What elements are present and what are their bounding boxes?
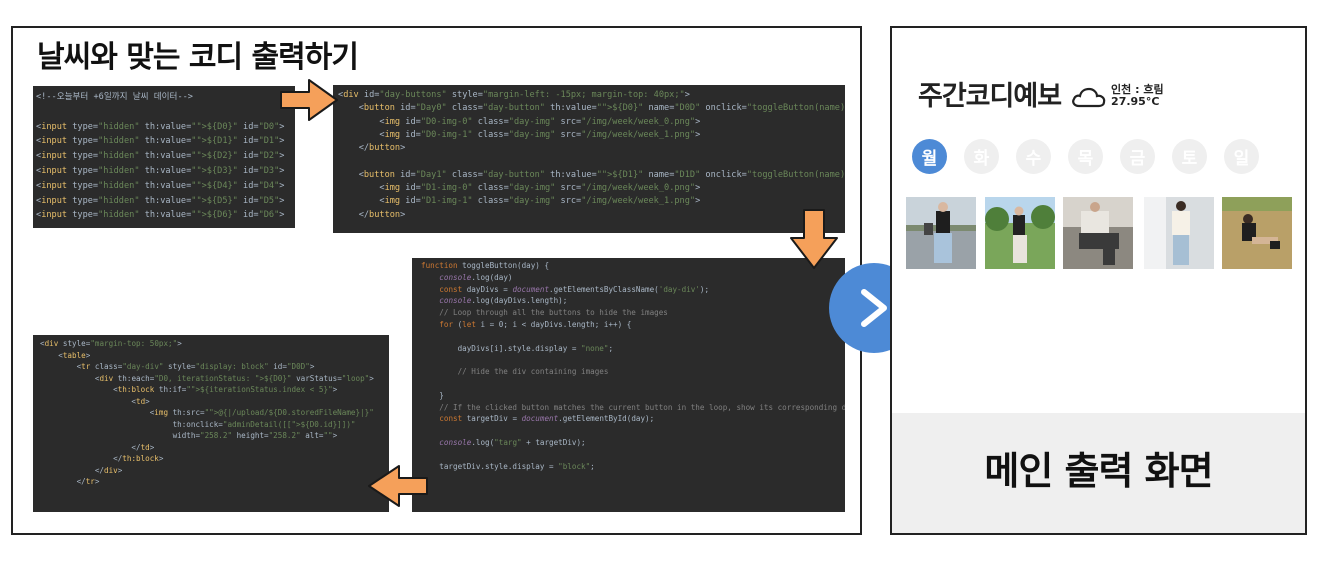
day-button-thu[interactable]: 목 [1068,139,1103,174]
code-line: </button> [338,143,406,154]
code-line: th:onclick="adminDetail([[">${D0.id}]])" [40,419,356,429]
code-line: <img id="D0-img-0" class="day-img" src="… [338,116,701,127]
code-line: <input type="hidden" th:value="">${D5}" … [36,195,285,206]
code-line: <input type="hidden" th:value="">${D2}" … [36,151,285,162]
code-line: <input type="hidden" th:value="">${D4}" … [36,180,285,191]
outfit-photo[interactable] [1063,197,1133,269]
outfit-photo[interactable] [1144,197,1214,269]
main-output-screen: 주간코디예보 인천 : 흐림 27.95°C 월 화 수 목 금 토 일 메인 … [890,26,1307,535]
code-line: <img id="D0-img-1" class="day-img" src="… [338,129,701,140]
code-line: <div th:each="D0, iterationStatus: ">${D… [40,373,374,383]
outfit-photo[interactable] [985,197,1055,269]
code-line: </td> [40,442,155,452]
code-line: console.log("targ" + targetDiv); [439,437,586,447]
weather-info: 인천 : 흐림 27.95°C [1111,82,1164,108]
code-line: <tr class="day-div" style="display: bloc… [40,362,315,371]
code-block-table-template: <div style="margin-top: 50px;"> <table> … [33,335,389,512]
footer-label: 메인 출력 화면 [984,448,1213,493]
code-line: <img th:src="">@{|/upload/${D0.storedFil… [40,408,374,417]
chevron-right-icon [861,289,887,327]
code-line: </div> [40,465,123,475]
arrow-right-icon [280,79,338,121]
code-line: // If the clicked button matches the cur… [421,402,845,412]
day-button-fri[interactable]: 금 [1120,139,1155,174]
day-selector: 월 화 수 목 금 토 일 [912,139,1276,174]
code-line: console.log(day) [439,272,513,282]
code-line: // Loop through all the buttons to hide … [421,308,668,318]
code-line: <input type="hidden" th:value="">${D6}" … [36,210,285,221]
code-block-toggle-function: function toggleButton(day) { console.log… [412,258,845,512]
arrow-left-icon [368,465,428,507]
code-line: const targetDiv = document.getElementByI… [439,414,655,424]
code-line: } [421,390,444,400]
code-line: targetDiv.style.display = "block"; [421,461,595,471]
cloud-icon [1072,87,1106,107]
code-line: <th:block th:if="">${iterationStatus.ind… [40,385,338,394]
code-line: <div id="day-buttons" style="margin-left… [338,90,690,100]
code-line: dayDivs[i].style.display = "none"; [421,343,614,353]
footer-caption-band: 메인 출력 화면 [892,413,1305,533]
arrow-down-icon [790,209,838,269]
day-button-tue[interactable]: 화 [964,139,999,174]
location-weather: 인천 : 흐림 [1111,82,1164,96]
code-line: <button id="Day1" class="day-button" th:… [338,169,845,180]
code-line: <td> [40,396,150,406]
code-line: console.log(dayDivs.length); [439,296,568,306]
code-line: <button id="Day0" class="day-button" th:… [338,103,845,114]
code-line: </tr> [40,477,100,486]
outfit-photo[interactable] [1222,197,1292,269]
code-line: const dayDivs = document.getElementsByCl… [439,284,710,294]
code-line: <input type="hidden" th:value="">${D0}" … [36,121,285,132]
day-button-mon[interactable]: 월 [912,139,947,174]
outfit-photo[interactable] [906,197,976,269]
code-line: function toggleButton(day) { [421,261,550,270]
page-title: 날씨와 맞는 코디 출력하기 [37,40,359,75]
day-button-sun[interactable]: 일 [1224,139,1259,174]
code-line: <input type="hidden" th:value="">${D1}" … [36,136,285,147]
code-line: </th:block> [40,454,164,463]
code-block-day-buttons: <div id="day-buttons" style="margin-left… [333,85,845,233]
code-line: </button> [338,209,406,220]
app-title: 주간코디예보 [918,81,1062,112]
app-header: 주간코디예보 인천 : 흐림 27.95°C [918,74,1164,113]
code-line: <div style="margin-top: 50px;"> [40,339,182,348]
code-line: <!--오늘부터 +6일까지 날씨 데이터--> [36,92,193,102]
code-line: <img id="D1-img-1" class="day-img" src="… [338,196,701,207]
code-explanation-panel: 날씨와 맞는 코디 출력하기 <!--오늘부터 +6일까지 날씨 데이터--> … [11,26,862,535]
day-button-sat[interactable]: 토 [1172,139,1207,174]
day-button-wed[interactable]: 수 [1016,139,1051,174]
code-line: width="258.2" height="258.2" alt=""> [40,431,338,440]
code-line: <input type="hidden" th:value="">${D3}" … [36,165,285,176]
code-line: <img id="D1-img-0" class="day-img" src="… [338,183,701,194]
code-line: for (let i = 0; i < dayDivs.length; i++)… [439,319,632,329]
temperature: 27.95°C [1111,94,1160,108]
code-line: <table> [40,350,91,360]
code-line: // Hide the div containing images [421,367,609,377]
code-block-weather-inputs: <!--오늘부터 +6일까지 날씨 데이터--> <input type="hi… [33,86,295,228]
